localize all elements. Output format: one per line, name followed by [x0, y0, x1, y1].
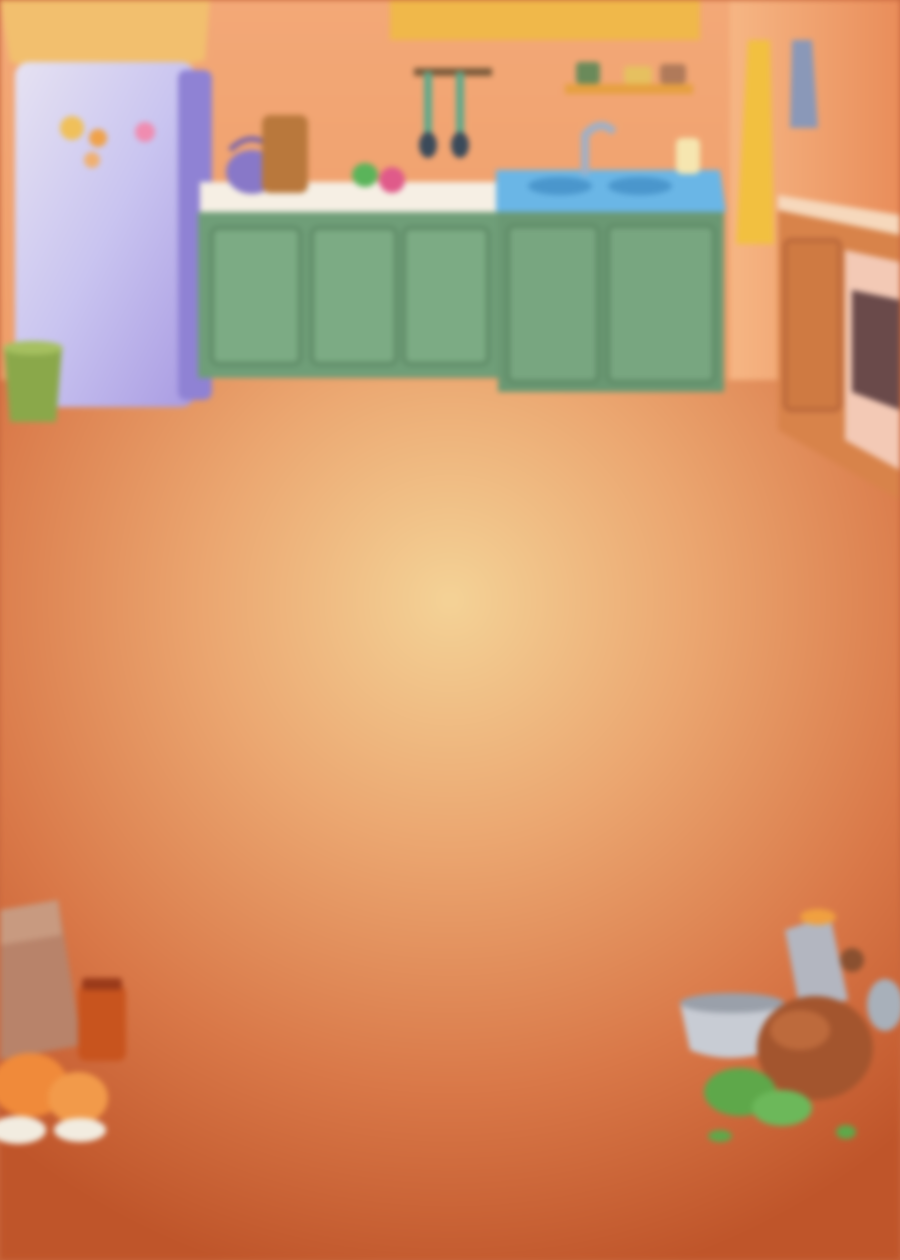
wall-shelf — [565, 84, 693, 94]
soap-bottle — [676, 138, 700, 174]
roast-meat — [757, 996, 873, 1100]
jam-jar — [78, 978, 126, 1061]
wastebasket — [3, 341, 63, 422]
lower-cabinets — [198, 212, 724, 392]
sink — [496, 170, 726, 212]
teapot — [262, 115, 308, 193]
oven — [845, 250, 900, 470]
kitchen-scene — [0, 0, 900, 1260]
floor — [0, 380, 900, 1260]
kitchen-illustration — [0, 0, 900, 1260]
curtain — [0, 0, 210, 69]
top-cabinet — [390, 0, 700, 40]
